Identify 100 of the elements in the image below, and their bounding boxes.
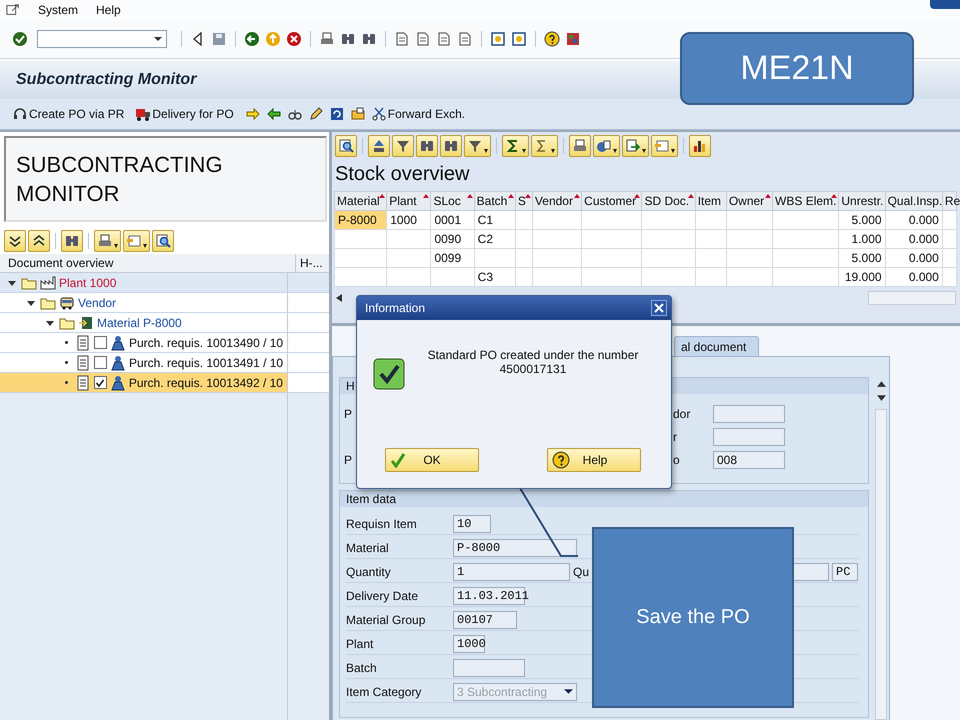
page-icon[interactable]: [457, 31, 473, 47]
print-button[interactable]: [569, 135, 591, 157]
input-field[interactable]: 1: [453, 562, 570, 580]
left-arrow-icon[interactable]: [266, 106, 282, 122]
refresh-icon[interactable]: [328, 106, 345, 122]
binoculars-icon: [64, 233, 80, 249]
enter-icon[interactable]: [12, 31, 28, 47]
input-field[interactable]: [713, 428, 785, 446]
collapse-button[interactable]: [28, 230, 50, 252]
window-icon[interactable]: [490, 31, 506, 47]
input-field[interactable]: 008: [713, 450, 785, 468]
close-button[interactable]: [651, 300, 667, 316]
help-button[interactable]: Help: [547, 448, 641, 472]
expand-button[interactable]: [4, 230, 26, 252]
ok-button[interactable]: OK: [385, 448, 479, 472]
scrollbar[interactable]: [868, 291, 956, 305]
chart-button[interactable]: [689, 135, 711, 157]
filter-button[interactable]: [464, 135, 491, 157]
export-button[interactable]: [622, 135, 649, 157]
binoculars-icon: [443, 138, 459, 154]
column-header[interactable]: WBS Elem.: [772, 192, 839, 210]
input-field[interactable]: 10: [453, 514, 491, 532]
expanded-icon[interactable]: [8, 278, 16, 286]
column-header[interactable]: Owner: [726, 192, 773, 210]
expanded-icon[interactable]: [46, 318, 54, 326]
column-header[interactable]: Customer: [582, 192, 642, 210]
window-menu-icon[interactable]: [6, 3, 20, 17]
table-cell: [642, 248, 696, 268]
column-header[interactable]: Unrestr.: [838, 192, 886, 210]
binoculars-icon[interactable]: [340, 31, 356, 47]
save-icon[interactable]: [211, 31, 227, 47]
tree-row[interactable]: Purch. requis. 10013492 / 10: [0, 373, 329, 393]
page-icon[interactable]: [415, 31, 431, 47]
input-field[interactable]: 1000: [453, 634, 485, 652]
scroll-up-icon[interactable]: [876, 381, 886, 387]
pencil-icon[interactable]: [308, 106, 324, 122]
toolbar-button[interactable]: Forward Exch.: [370, 106, 472, 122]
page-icon[interactable]: [394, 31, 410, 47]
page-icon[interactable]: [436, 31, 452, 47]
window-icon[interactable]: [511, 31, 527, 47]
help-icon[interactable]: [544, 31, 560, 47]
binoculars-button[interactable]: [416, 135, 438, 157]
scroll-down-icon[interactable]: [876, 395, 886, 401]
checkbox[interactable]: [94, 356, 107, 369]
toolbar-button[interactable]: Create PO via PR: [12, 106, 130, 122]
tree-row[interactable]: Vendor: [0, 293, 329, 313]
input-field[interactable]: [791, 562, 829, 580]
menu-item[interactable]: Help: [96, 3, 121, 17]
input-field[interactable]: [453, 658, 525, 676]
column-header[interactable]: S: [515, 192, 532, 210]
table-title: Stock overview: [334, 162, 470, 187]
command-field[interactable]: [37, 30, 167, 48]
input-field[interactable]: [713, 404, 785, 422]
tree-row[interactable]: Purch. requis. 10013491 / 10: [0, 353, 329, 373]
column-header[interactable]: Item: [695, 192, 726, 210]
column-header[interactable]: Plant: [386, 192, 431, 210]
magnifier-button[interactable]: [335, 135, 357, 157]
print-icon[interactable]: [319, 31, 335, 47]
scroll-left-icon[interactable]: [336, 294, 342, 302]
tree-row[interactable]: Plant 1000: [0, 273, 329, 293]
field-label: Plant: [346, 636, 374, 650]
sigma-button[interactable]: [502, 135, 529, 157]
input-field[interactable]: P-8000: [453, 538, 577, 556]
column-header[interactable]: H-...: [295, 254, 329, 272]
tree-row[interactable]: Purch. requis. 10013490 / 10: [0, 333, 329, 353]
toolbar-button[interactable]: Delivery for PO: [135, 106, 240, 122]
views-button[interactable]: [593, 135, 620, 157]
tree-row[interactable]: Material P-8000: [0, 313, 329, 333]
layout-icon[interactable]: [565, 31, 581, 47]
cancel-icon[interactable]: [286, 31, 302, 47]
input-field[interactable]: 00107: [453, 610, 517, 628]
column-header[interactable]: SD Doc.: [642, 192, 696, 210]
magnifier-button[interactable]: [152, 230, 174, 252]
dropdown-icon: [564, 689, 573, 694]
grid-button[interactable]: [123, 230, 150, 252]
right-arrow-icon[interactable]: [244, 106, 261, 122]
print-button[interactable]: [94, 230, 121, 252]
scrollbar[interactable]: [875, 409, 887, 720]
column-header[interactable]: Vendor: [532, 192, 582, 210]
column-header[interactable]: Material: [334, 192, 387, 210]
subtotal-button[interactable]: [531, 135, 558, 157]
sort-button[interactable]: [368, 135, 390, 157]
unit-field[interactable]: PC: [832, 562, 858, 580]
expanded-icon[interactable]: [27, 298, 35, 306]
dropdown-icon[interactable]: [154, 37, 162, 41]
grid-button[interactable]: [651, 135, 678, 157]
menu-item[interactable]: System: [38, 3, 78, 17]
folder-icon[interactable]: [350, 106, 366, 122]
binoculars-button[interactable]: [61, 230, 83, 252]
filter-button[interactable]: [392, 135, 414, 157]
column-header[interactable]: Qual.Insp.: [885, 192, 942, 210]
column-header[interactable]: Batch: [474, 192, 516, 210]
tab[interactable]: al document: [674, 336, 760, 356]
binoculars-icon[interactable]: [361, 31, 377, 47]
column-header[interactable]: SLoc: [430, 192, 474, 210]
column-header[interactable]: Document overview: [0, 254, 295, 272]
checkbox[interactable]: [94, 376, 107, 389]
checkbox[interactable]: [94, 336, 107, 349]
table-cell: [430, 268, 474, 286]
binoculars-button[interactable]: [440, 135, 462, 157]
